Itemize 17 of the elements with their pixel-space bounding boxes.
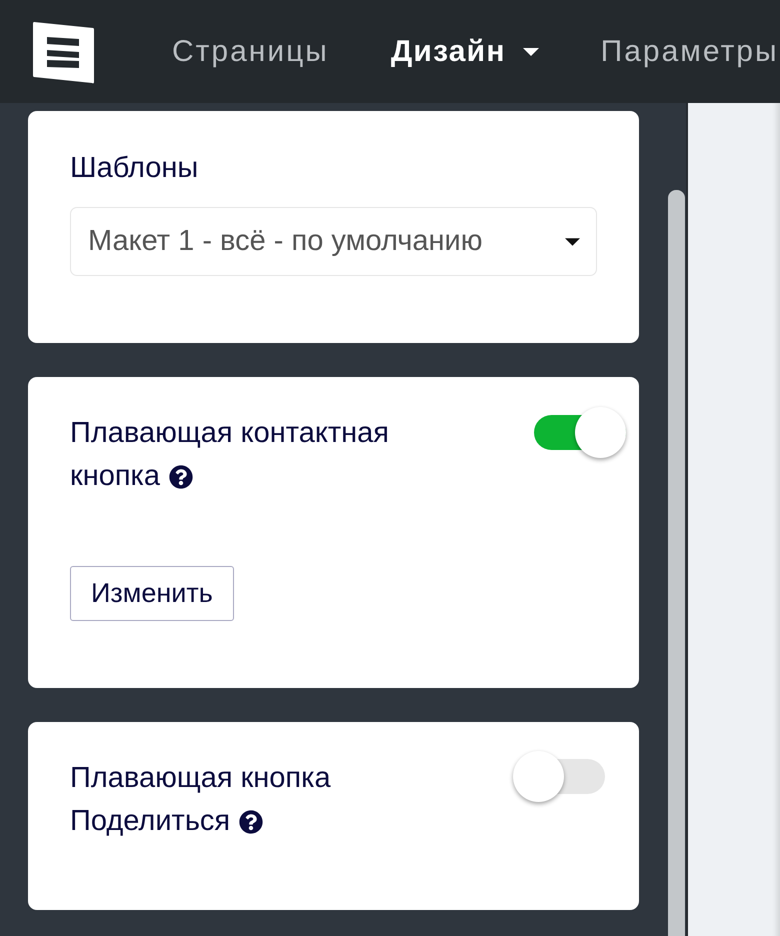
scrollbar-thumb[interactable]	[668, 190, 685, 936]
section-title: Поделиться	[70, 804, 230, 839]
section-title: кнопка	[70, 459, 160, 494]
section-title: Плавающая контактная	[70, 416, 389, 451]
logo-icon[interactable]	[32, 20, 95, 84]
caret-icon	[565, 238, 580, 246]
nav-tab[interactable]: Страницы	[172, 34, 360, 68]
help-icon[interactable]	[169, 464, 193, 488]
section-title: Шаблоны	[70, 151, 200, 186]
section-title: Плавающая кнопка	[70, 761, 331, 796]
edit-button[interactable]: Изменить	[70, 566, 234, 621]
toggle-switch[interactable]	[513, 751, 605, 802]
template-select[interactable]: Макет 1 - всё - по умолчанию	[70, 207, 597, 276]
help-icon[interactable]	[239, 810, 264, 834]
nav-tab[interactable]: Дизайн	[360, 34, 570, 68]
toggle-switch[interactable]	[534, 407, 626, 458]
nav-tab[interactable]: Параметры	[570, 34, 779, 68]
